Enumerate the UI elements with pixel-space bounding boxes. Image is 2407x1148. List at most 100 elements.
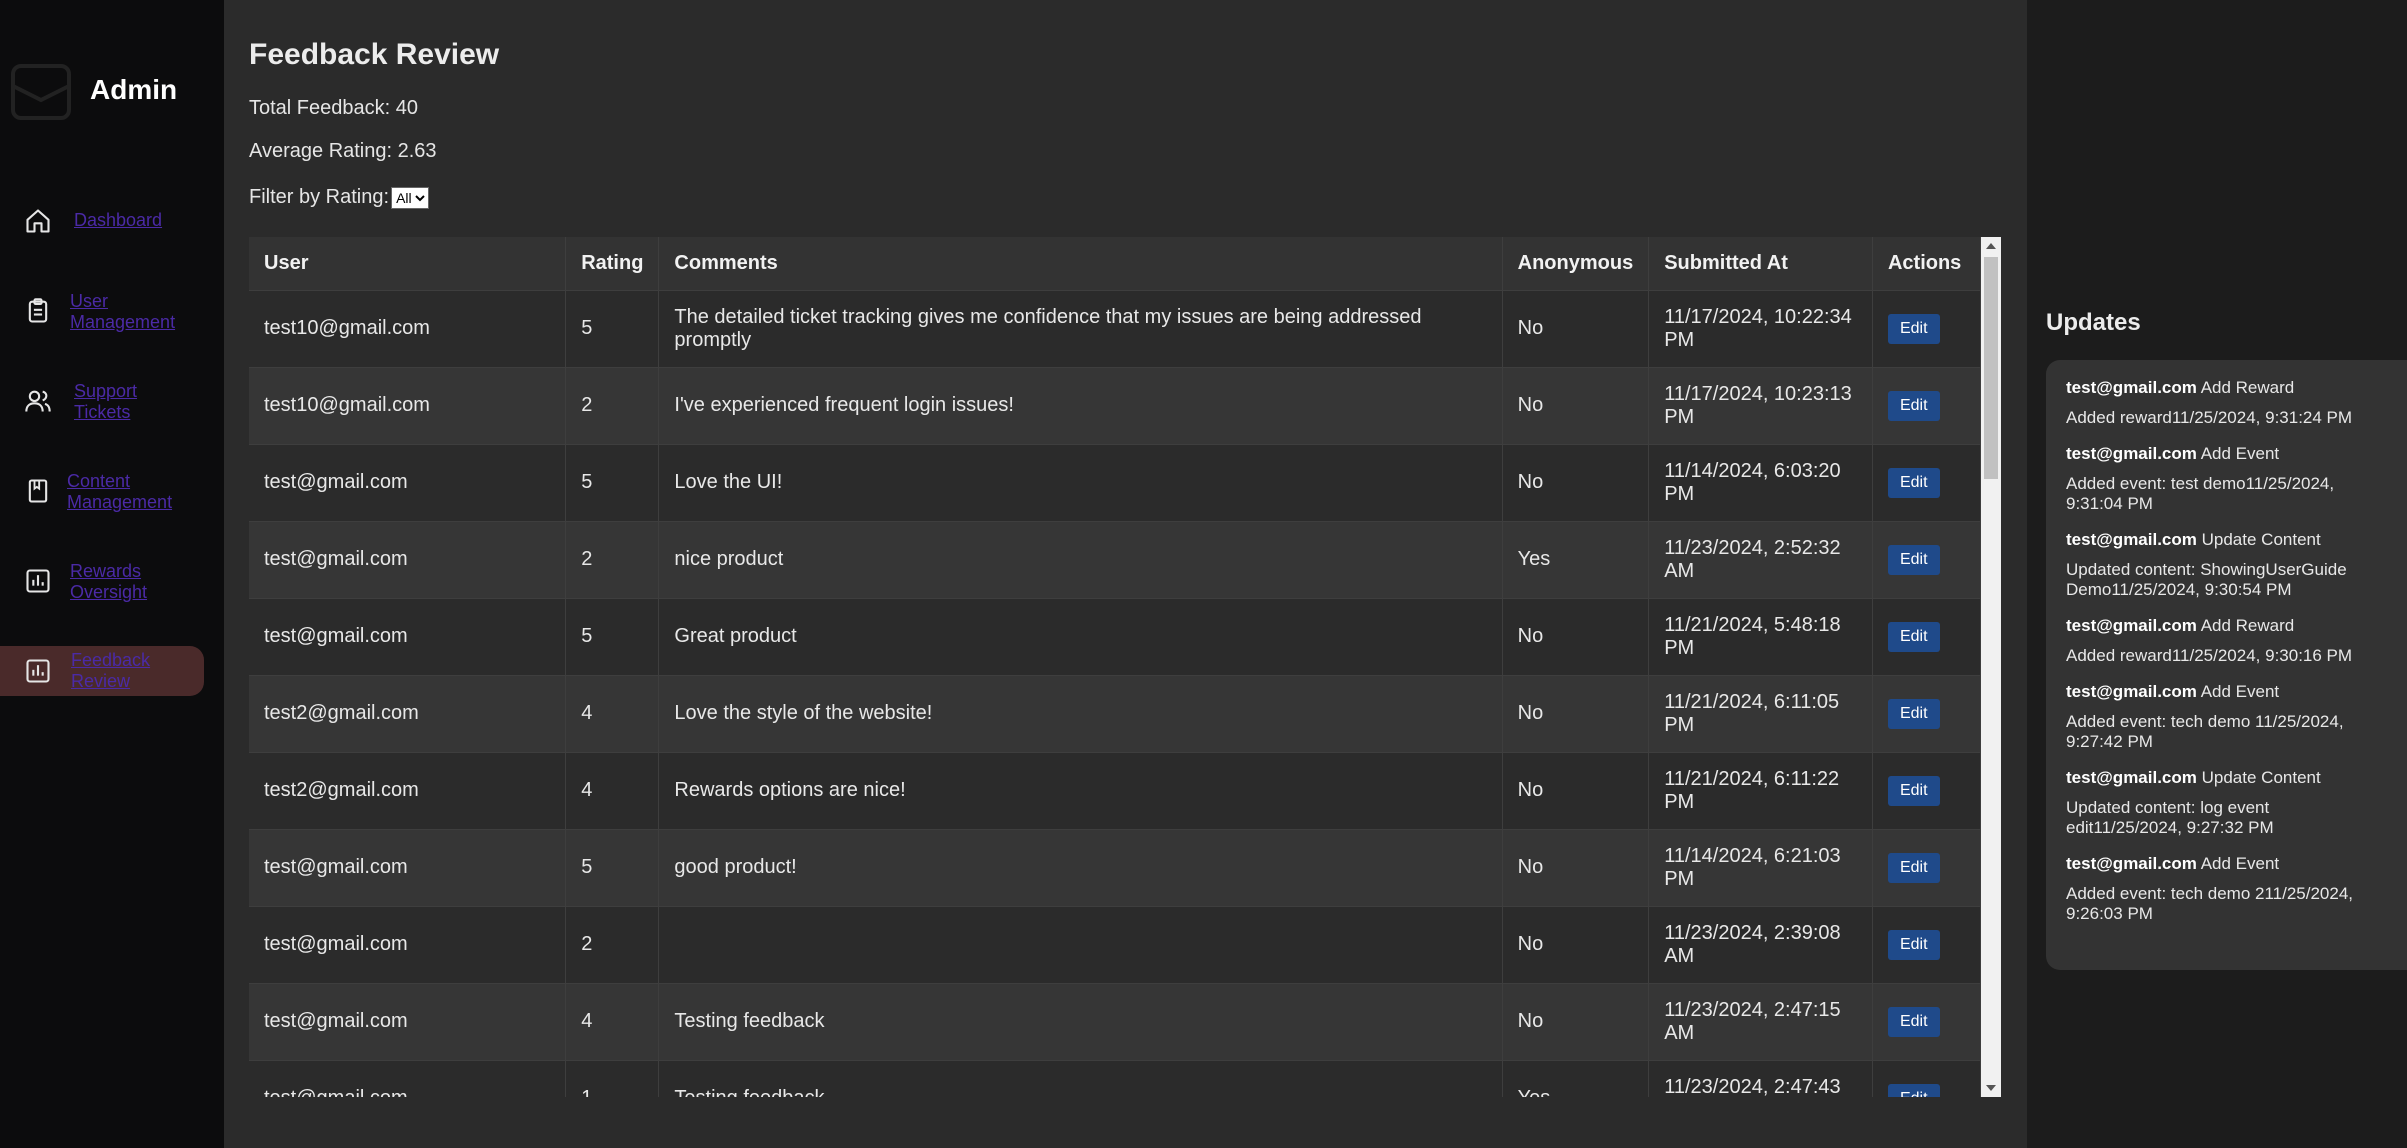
cell-comments: Rewards options are nice! (658, 751, 1503, 829)
edit-button[interactable]: Edit (1887, 698, 1940, 729)
update-detail: Added event: tech demo 211/25/2024, 9:26… (2066, 884, 2354, 923)
edit-button[interactable]: Edit (1887, 775, 1940, 806)
update-header: test@gmail.com Update Content (2066, 768, 2387, 788)
sidebar-item-label: User Management (70, 291, 176, 332)
column-header-actions: Actions (1872, 237, 1982, 290)
update-header: test@gmail.com Add Reward (2066, 378, 2387, 398)
rating-filter-select[interactable]: All (391, 186, 430, 209)
update-item: test@gmail.com Add Event Added event: tec… (2066, 682, 2387, 752)
update-header: test@gmail.com Add Reward (2066, 616, 2387, 636)
cell-comments (658, 905, 1503, 983)
column-header-user: User (249, 237, 567, 290)
cell-rating: 2 (565, 520, 660, 598)
update-action: Add Reward (2200, 616, 2295, 635)
edit-button[interactable]: Edit (1887, 1006, 1940, 1037)
edit-button[interactable]: Edit (1887, 852, 1940, 883)
edit-button[interactable]: Edit (1887, 390, 1940, 421)
cell-submitted-at: 11/23/2024, 2:39:08 AM (1648, 905, 1873, 983)
cell-submitted-at: 11/14/2024, 6:21:03 PM (1648, 828, 1873, 906)
update-user: test@gmail.com (2066, 854, 2197, 873)
update-header: test@gmail.com Update Content (2066, 530, 2387, 550)
cell-submitted-at: 11/17/2024, 10:22:34 PM (1648, 289, 1873, 367)
book-icon (28, 479, 48, 503)
cell-actions: Edit (1872, 982, 1982, 1060)
update-item: test@gmail.com Add Reward Added reward11/… (2066, 616, 2387, 666)
sidebar-item-content-management[interactable]: Content Management (0, 466, 204, 516)
cell-user: test@gmail.com (249, 597, 567, 675)
feedback-table-container[interactable]: User Rating Comments Anonymous Submitted… (249, 237, 2001, 1097)
cell-comments: Testing feedback (658, 982, 1503, 1060)
sidebar-item-feedback-review[interactable]: Feedback Review (0, 646, 204, 696)
sidebar-item-label: Content Management (67, 471, 173, 512)
update-detail: Added reward11/25/2024, 9:31:24 PM (2066, 408, 2353, 427)
cell-comments: The detailed ticket tracking gives me co… (658, 289, 1503, 367)
cell-anonymous: No (1502, 828, 1650, 906)
sidebar-item-label: Dashboard (74, 210, 163, 230)
cell-rating: 4 (565, 674, 660, 752)
total-feedback: Total Feedback: 40 (249, 97, 418, 119)
table-scrollbar[interactable] (1981, 237, 2001, 1097)
scroll-up-arrow-icon[interactable] (1986, 243, 1996, 249)
edit-button[interactable]: Edit (1887, 1083, 1940, 1097)
cell-anonymous: No (1502, 751, 1650, 829)
home-icon (26, 209, 50, 233)
cell-actions: Edit (1872, 1059, 1982, 1097)
column-header-comments: Comments (658, 237, 1503, 290)
cell-rating: 4 (565, 982, 660, 1060)
sidebar-item-support-tickets[interactable]: Support Tickets (0, 376, 204, 426)
scroll-down-arrow-icon[interactable] (1986, 1085, 1996, 1091)
cell-comments: good product! (658, 828, 1503, 906)
sidebar-item-dashboard[interactable]: Dashboard (0, 196, 204, 246)
table-row: test10@gmail.com 5 The detailed ticket tra… (249, 289, 1982, 367)
update-action: Add Reward (2200, 378, 2295, 397)
brand: Admin (10, 60, 177, 122)
bar-chart-icon (26, 659, 50, 683)
sidebar-item-rewards-oversight[interactable]: Rewards Oversight (0, 556, 204, 606)
page-title: Feedback Review (249, 38, 500, 71)
edit-button[interactable]: Edit (1887, 544, 1940, 575)
cell-comments: I've experienced frequent login issues! (658, 366, 1503, 444)
column-header-anonymous: Anonymous (1502, 237, 1650, 290)
cell-submitted-at: 11/21/2024, 5:48:18 PM (1648, 597, 1873, 675)
cell-comments: Testing feedback (658, 1059, 1503, 1097)
update-user: test@gmail.com (2066, 768, 2197, 787)
update-item: test@gmail.com Add Event Added event: tes… (2066, 444, 2387, 514)
cell-rating: 4 (565, 751, 660, 829)
cell-actions: Edit (1872, 366, 1982, 444)
rating-filter: Filter by Rating: All (249, 186, 430, 209)
cell-actions: Edit (1872, 751, 1982, 829)
edit-button[interactable]: Edit (1887, 467, 1940, 498)
update-action: Add Event (2200, 682, 2280, 701)
table-row: test10@gmail.com 2 I've experienced freque… (249, 366, 1982, 444)
cell-user: test@gmail.com (249, 982, 567, 1060)
update-item: test@gmail.com Update Content Updated con… (2066, 530, 2387, 600)
bar-chart-icon (26, 569, 50, 593)
scrollbar-thumb[interactable] (1984, 257, 1998, 479)
cell-rating: 2 (565, 366, 660, 444)
cell-anonymous: Yes (1502, 520, 1650, 598)
cell-submitted-at: 11/21/2024, 6:11:22 PM (1648, 751, 1873, 829)
sidebar-item-user-management[interactable]: User Management (0, 286, 204, 336)
table-row: test@gmail.com1Testing feedbackYes11/23/… (249, 1059, 1982, 1097)
edit-button[interactable]: Edit (1887, 313, 1940, 344)
cell-user: test@gmail.com (249, 443, 567, 521)
average-rating: Average Rating: 2.63 (249, 140, 437, 162)
update-action: Add Event (2200, 854, 2280, 873)
column-header-rating: Rating (565, 237, 660, 290)
column-header-submitted-at: Submitted At (1648, 237, 1873, 290)
sidebar-item-label: Rewards Oversight (70, 561, 148, 602)
cell-actions: Edit (1872, 443, 1982, 521)
cell-anonymous: No (1502, 366, 1650, 444)
cell-user: test10@gmail.com (249, 366, 567, 444)
edit-button[interactable]: Edit (1887, 929, 1940, 960)
cell-actions: Edit (1872, 520, 1982, 598)
update-user: test@gmail.com (2066, 530, 2197, 549)
cell-actions: Edit (1872, 674, 1982, 752)
edit-button[interactable]: Edit (1887, 621, 1940, 652)
update-user: test@gmail.com (2066, 616, 2197, 635)
table-row: test2@gmail.com 4 Rewards options are nice… (249, 751, 1982, 829)
cell-submitted-at: 11/17/2024, 10:23:13 PM (1648, 366, 1873, 444)
update-detail: Added event: tech demo 11/25/2024, 9:27:… (2066, 712, 2344, 751)
cell-anonymous: Yes (1502, 1059, 1650, 1097)
cell-rating: 1 (565, 1059, 660, 1097)
